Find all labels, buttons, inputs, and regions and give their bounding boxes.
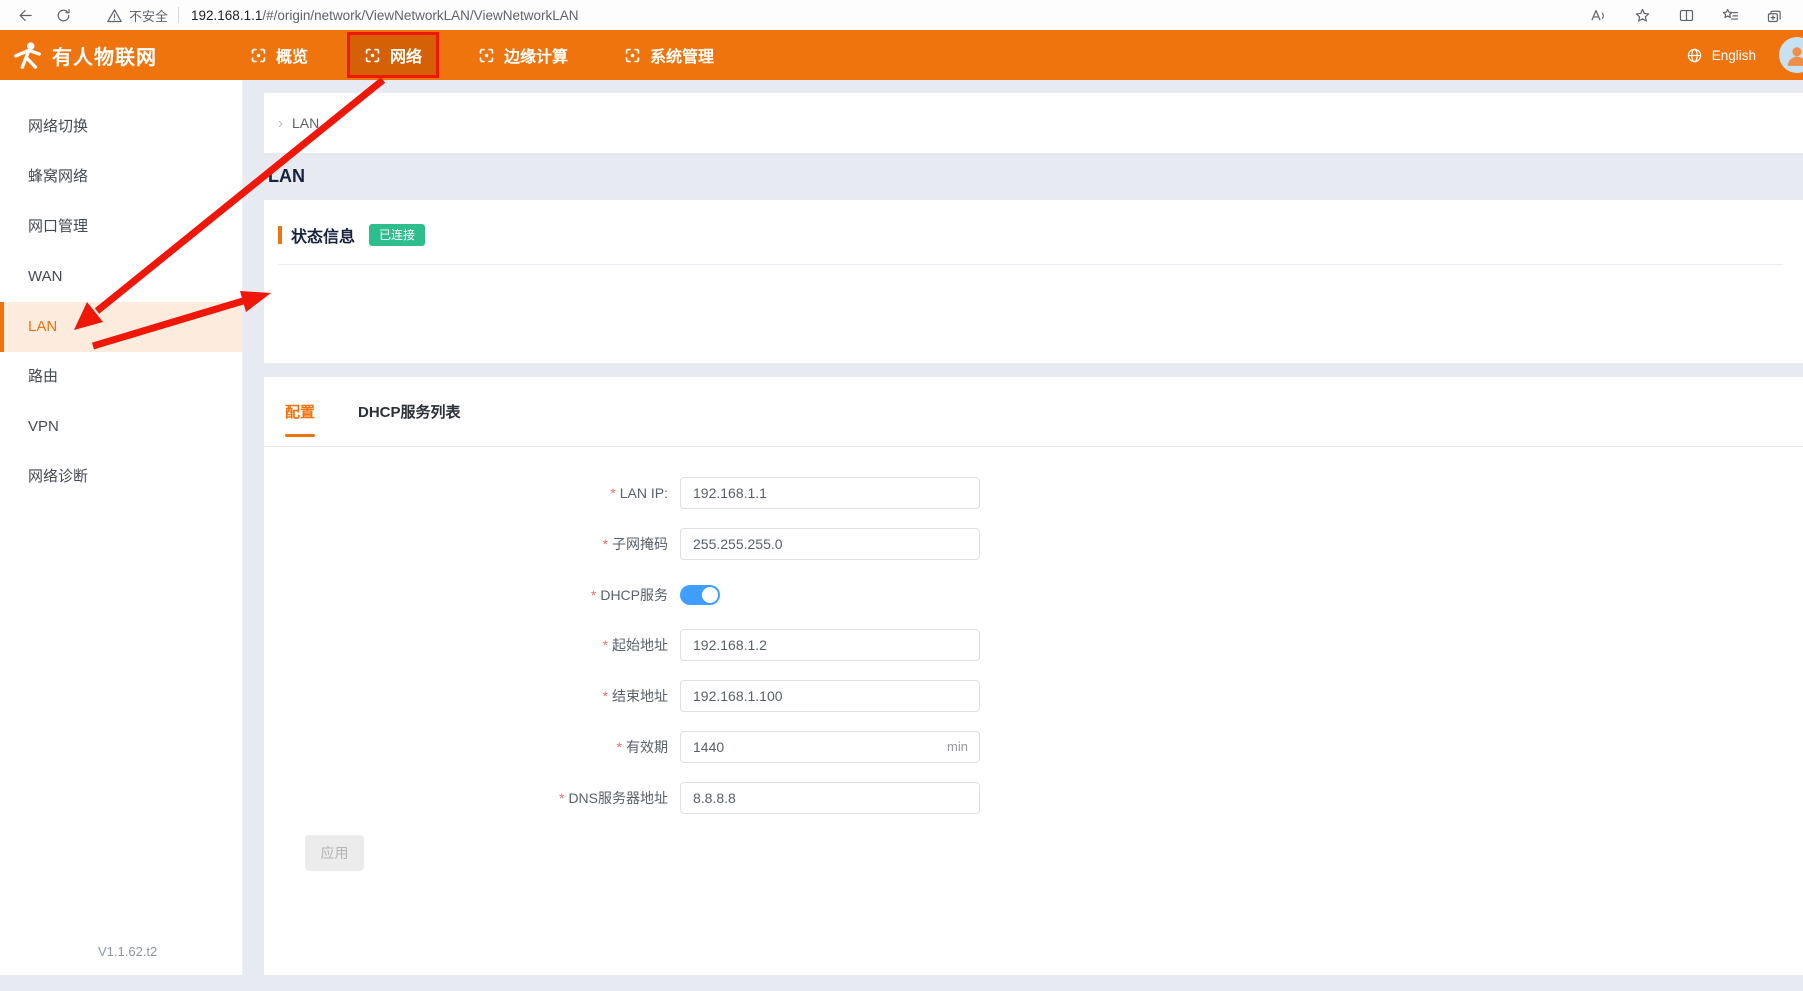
field-label: LAN IP:: [620, 485, 668, 501]
sidebar-item-lan[interactable]: LAN: [0, 302, 242, 352]
dhcp-toggle[interactable]: [680, 585, 720, 605]
tab-label: DHCP服务列表: [358, 401, 461, 422]
nav-item-edge-computing[interactable]: 边缘计算: [461, 32, 585, 78]
scan-icon: [250, 47, 267, 64]
form-row-start-address: *起始地址: [264, 629, 1803, 661]
breadcrumb-separator-icon: ›: [278, 115, 283, 132]
url-text: 192.168.1.1/#/origin/network/ViewNetwork…: [191, 8, 578, 23]
usr-logo-icon: [12, 40, 42, 70]
field-label: DNS服务器地址: [568, 790, 668, 806]
required-marker: *: [610, 485, 615, 501]
section-divider: [278, 264, 1783, 265]
split-screen-button[interactable]: [1671, 2, 1701, 28]
page-title: LAN: [264, 153, 1803, 200]
form-row-end-address: *结束地址: [264, 680, 1803, 712]
tab-label: 配置: [285, 401, 315, 422]
nav-label: 边缘计算: [504, 43, 568, 67]
end-address-input[interactable]: [680, 680, 980, 712]
nav-item-overview[interactable]: 概览: [233, 32, 325, 78]
address-separator: [178, 7, 179, 23]
tab-config[interactable]: 配置: [285, 377, 315, 446]
sidebar-item-network-diagnosis[interactable]: 网络诊断: [0, 452, 242, 502]
nav-label: 概览: [276, 43, 308, 67]
back-button[interactable]: [10, 2, 40, 28]
language-switch[interactable]: English: [1712, 48, 1756, 63]
sidebar-item-port-management[interactable]: 网口管理: [0, 202, 242, 252]
dns-server-input[interactable]: [680, 782, 980, 814]
required-marker: *: [603, 637, 608, 653]
scan-icon: [478, 47, 495, 64]
scan-icon: [624, 47, 641, 64]
firmware-version: V1.1.62.t2: [98, 944, 157, 959]
config-card: 配置 DHCP服务列表 *LAN IP: *子网掩码 *DHCP服务 *起始地址…: [264, 377, 1803, 975]
nav-label: 网络: [390, 43, 422, 67]
status-card: 状态信息 已连接 IP: 192.168.1.1 子网掩码: 255.255.2…: [264, 200, 1803, 363]
favorites-list-icon: [1722, 7, 1739, 24]
browser-toolbar: 不安全 192.168.1.1/#/origin/network/ViewNet…: [0, 0, 1803, 31]
toggle-knob: [702, 587, 718, 603]
refresh-icon: [55, 7, 72, 24]
required-marker: *: [617, 739, 622, 755]
status-section-title: 状态信息: [291, 223, 355, 247]
scan-icon: [364, 47, 381, 64]
required-marker: *: [591, 587, 596, 603]
tab-bar: 配置 DHCP服务列表: [264, 377, 1803, 447]
read-aloud-button[interactable]: [1583, 2, 1613, 28]
nav-item-system-management[interactable]: 系统管理: [607, 32, 731, 78]
url-host: 192.168.1.1: [191, 8, 262, 23]
start-address-input[interactable]: [680, 629, 980, 661]
required-marker: *: [559, 790, 564, 806]
breadcrumb-current: LAN: [292, 115, 319, 131]
nav-item-network[interactable]: 网络: [347, 32, 439, 78]
sidebar-item-wan[interactable]: WAN: [0, 252, 242, 302]
collections-button[interactable]: [1759, 2, 1789, 28]
sidebar-item-cellular[interactable]: 蜂窝网络: [0, 152, 242, 202]
form-row-lan-ip: * LAN IP:: [264, 477, 1803, 509]
netmask-input[interactable]: [680, 528, 980, 560]
sidebar: 网络切换 蜂窝网络 网口管理 WAN LAN 路由 VPN 网络诊断 V1.1.…: [0, 80, 243, 975]
form-row-lease-time: *有效期 min: [264, 731, 1803, 763]
user-avatar[interactable]: [1779, 37, 1803, 73]
collections-icon: [1766, 7, 1783, 24]
favorite-button[interactable]: [1627, 2, 1657, 28]
brand-name: 有人物联网: [52, 41, 157, 70]
refresh-button[interactable]: [48, 2, 78, 28]
field-label: 有效期: [626, 739, 668, 755]
url-path: /#/origin/network/ViewNetworkLAN/ViewNet…: [262, 8, 578, 23]
nav-label: 系统管理: [650, 43, 714, 67]
security-label: 不安全: [129, 6, 168, 25]
brand: 有人物联网: [12, 40, 217, 70]
sidebar-item-network-switch[interactable]: 网络切换: [0, 102, 242, 152]
section-accent-bar: [278, 226, 282, 244]
lease-time-input[interactable]: [680, 731, 980, 763]
form-row-netmask: *子网掩码: [264, 528, 1803, 560]
active-tab-underline: [285, 434, 315, 437]
favorite-star-icon: [1634, 7, 1651, 24]
back-icon: [17, 7, 34, 24]
form-row-dhcp-service: *DHCP服务: [264, 585, 1803, 605]
apply-button[interactable]: 应用: [305, 835, 364, 871]
connection-status-badge: 已连接: [369, 224, 425, 246]
field-label: 子网掩码: [612, 536, 668, 552]
required-marker: *: [603, 536, 608, 552]
tab-dhcp-list[interactable]: DHCP服务列表: [358, 377, 461, 446]
read-aloud-icon: [1590, 7, 1607, 24]
required-marker: *: [603, 688, 608, 704]
globe-icon: [1686, 47, 1703, 64]
breadcrumb: › LAN: [264, 93, 1803, 153]
main-nav: 概览 网络 边缘计算 系统管理: [233, 30, 753, 80]
sidebar-item-vpn[interactable]: VPN: [0, 402, 242, 452]
sidebar-item-routing[interactable]: 路由: [0, 352, 242, 402]
split-screen-icon: [1678, 7, 1695, 24]
lan-ip-input[interactable]: [680, 477, 980, 509]
field-label: 结束地址: [612, 688, 668, 704]
field-label: 起始地址: [612, 637, 668, 653]
favorites-list-button[interactable]: [1715, 2, 1745, 28]
address-bar[interactable]: 不安全 192.168.1.1/#/origin/network/ViewNet…: [106, 6, 578, 25]
user-icon: [1784, 42, 1803, 68]
form-row-dns-server: *DNS服务器地址: [264, 782, 1803, 814]
field-label: DHCP服务: [600, 587, 668, 603]
app-header: 有人物联网 概览 网络 边缘计算 系统管理 English: [0, 30, 1803, 80]
warning-icon: [106, 7, 123, 24]
